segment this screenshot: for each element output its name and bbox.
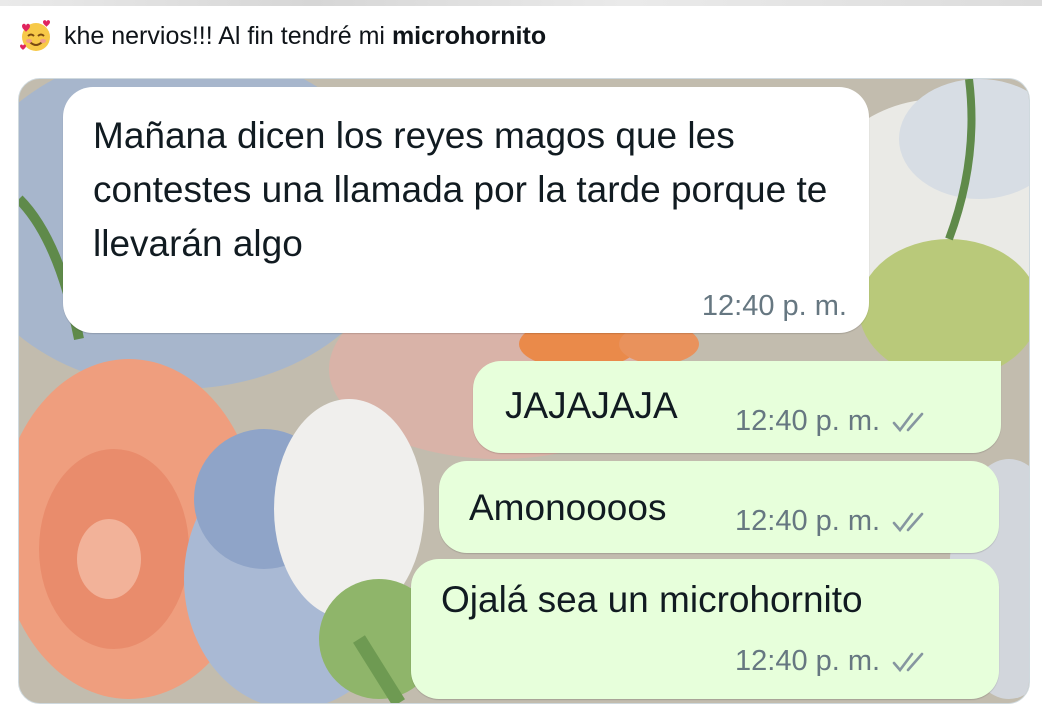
read-ticks-icon bbox=[892, 512, 924, 532]
message-meta: 12:40 p. m. bbox=[735, 405, 934, 438]
tweet-media-image[interactable]: Mañana dicen los reyes magos que les con… bbox=[18, 78, 1030, 704]
tweet-text: khe nervios!!! Al fin tendré mi microhor… bbox=[64, 22, 546, 51]
message-bubble-incoming[interactable]: Mañana dicen los reyes magos que les con… bbox=[63, 87, 869, 333]
message-time: 12:40 p. m. bbox=[735, 645, 881, 677]
message-text: Mañana dicen los reyes magos que les con… bbox=[93, 115, 828, 264]
message-meta: 12:40 p. m. bbox=[735, 505, 934, 538]
message-meta: 12:40 p. m. bbox=[735, 645, 934, 678]
message-text: JAJAJAJA bbox=[505, 385, 678, 426]
message-text: Amonoooos bbox=[469, 487, 667, 528]
message-text: Ojalá sea un microhornito bbox=[441, 579, 863, 620]
cropped-header-strip bbox=[0, 0, 1042, 6]
tweet-text-bold: microhornito bbox=[391, 21, 547, 50]
message-time: 12:40 p. m. bbox=[701, 290, 847, 322]
message-bubble-outgoing[interactable]: JAJAJAJA 12:40 p. m. bbox=[473, 361, 1001, 453]
message-time: 12:40 p. m. bbox=[735, 505, 881, 537]
message-bubble-outgoing[interactable]: Ojalá sea un microhornito 12:40 p. m. bbox=[411, 559, 999, 699]
tweet-text-line: khe nervios!!! Al fin tendré mi microhor… bbox=[18, 16, 546, 56]
read-ticks-icon bbox=[892, 412, 924, 432]
smiling-face-with-hearts-icon bbox=[20, 20, 50, 51]
message-time: 12:40 p. m. bbox=[735, 405, 881, 437]
tweet-text-plain: khe nervios!!! Al fin tendré mi bbox=[64, 21, 392, 50]
read-ticks-icon bbox=[892, 652, 924, 672]
message-bubble-outgoing[interactable]: Amonoooos 12:40 p. m. bbox=[439, 461, 999, 553]
message-meta: 12:40 p. m. bbox=[702, 290, 847, 323]
